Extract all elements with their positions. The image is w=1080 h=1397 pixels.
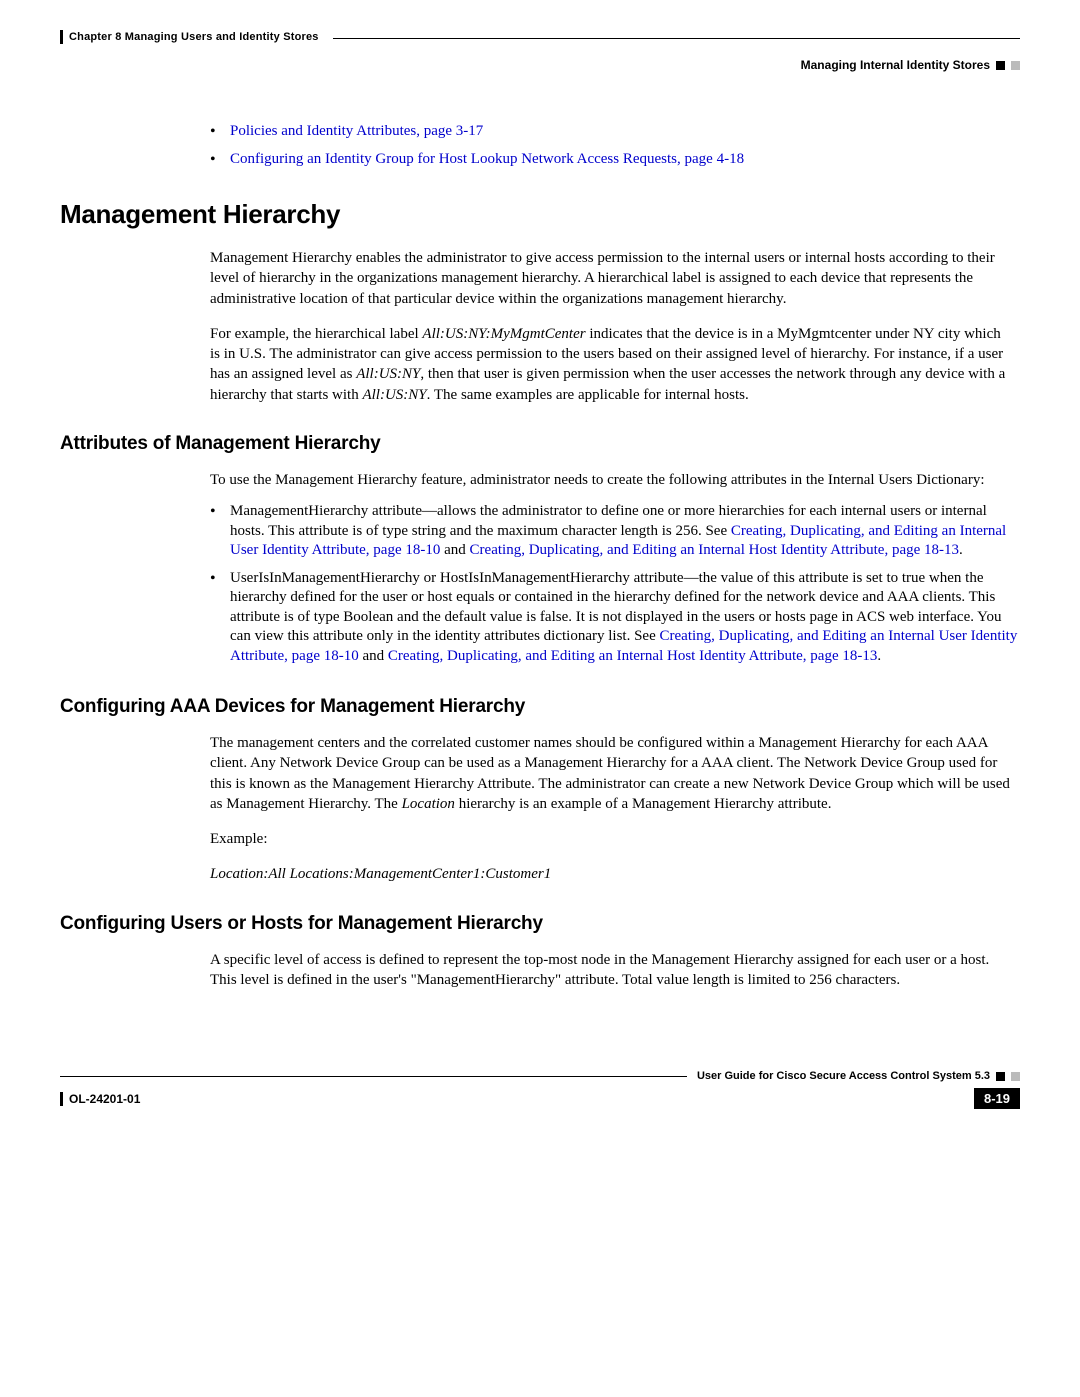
example-text: Location:All Locations:ManagementCenter1… bbox=[210, 864, 1010, 884]
heading-aaa-devices: Configuring AAA Devices for Management H… bbox=[60, 696, 1020, 718]
chapter-title: Chapter 8 Managing Users and Identity St… bbox=[69, 31, 319, 43]
paragraph: The management centers and the correlate… bbox=[210, 733, 1010, 814]
page-number: 8-19 bbox=[974, 1088, 1020, 1109]
paragraph: Example: bbox=[210, 829, 1010, 849]
header-line bbox=[333, 38, 1020, 39]
text-run: . bbox=[877, 648, 881, 664]
text-run: . bbox=[959, 542, 963, 558]
text-run: hierarchy is an example of a Management … bbox=[455, 796, 832, 812]
link-policies[interactable]: Policies and Identity Attributes, page 3… bbox=[230, 123, 483, 139]
link-host-attr-2[interactable]: Creating, Duplicating, and Editing an In… bbox=[388, 648, 877, 664]
text-run: . The same examples are applicable for i… bbox=[427, 387, 749, 403]
related-links-list: Policies and Identity Attributes, page 3… bbox=[60, 122, 1020, 169]
document-id: OL-24201-01 bbox=[69, 1092, 140, 1106]
footer-rule-icon bbox=[60, 1092, 63, 1106]
text-italic: All:US:NY bbox=[356, 366, 420, 382]
text-italic: All:US:NY:MyMgmtCenter bbox=[422, 326, 585, 342]
text-run: and bbox=[440, 542, 469, 558]
list-item: ManagementHierarchy attribute—allows the… bbox=[210, 502, 1020, 561]
link-host-attr[interactable]: Creating, Duplicating, and Editing an In… bbox=[470, 542, 959, 558]
page-footer: User Guide for Cisco Secure Access Contr… bbox=[60, 1070, 1020, 1109]
paragraph: A specific level of access is defined to… bbox=[210, 950, 1010, 991]
link-identity-group[interactable]: Configuring an Identity Group for Host L… bbox=[230, 151, 744, 167]
square-icon bbox=[996, 61, 1005, 70]
header-rule-icon bbox=[60, 30, 63, 44]
list-item: Policies and Identity Attributes, page 3… bbox=[210, 122, 1020, 142]
text-run: and bbox=[359, 648, 388, 664]
attribute-list: ManagementHierarchy attribute—allows the… bbox=[60, 502, 1020, 666]
paragraph: Management Hierarchy enables the adminis… bbox=[210, 248, 1010, 309]
list-item: Configuring an Identity Group for Host L… bbox=[210, 150, 1020, 170]
heading-attributes: Attributes of Management Hierarchy bbox=[60, 433, 1020, 455]
footer-line bbox=[60, 1076, 687, 1077]
text-run: For example, the hierarchical label bbox=[210, 326, 422, 342]
text-italic: Location bbox=[402, 796, 455, 812]
heading-management-hierarchy: Management Hierarchy bbox=[60, 199, 1020, 230]
paragraph: For example, the hierarchical label All:… bbox=[210, 324, 1010, 405]
text-italic: All:US:NY bbox=[362, 387, 426, 403]
guide-title: User Guide for Cisco Secure Access Contr… bbox=[697, 1070, 990, 1082]
section-title-header: Managing Internal Identity Stores bbox=[801, 58, 990, 72]
heading-users-hosts: Configuring Users or Hosts for Managemen… bbox=[60, 913, 1020, 935]
paragraph: To use the Management Hierarchy feature,… bbox=[210, 470, 1010, 490]
square-icon bbox=[996, 1072, 1005, 1081]
square-icon bbox=[1011, 1072, 1020, 1081]
square-icon bbox=[1011, 61, 1020, 70]
list-item: UserIsInManagementHierarchy or HostIsInM… bbox=[210, 569, 1020, 667]
page-header: Chapter 8 Managing Users and Identity St… bbox=[60, 30, 1020, 72]
